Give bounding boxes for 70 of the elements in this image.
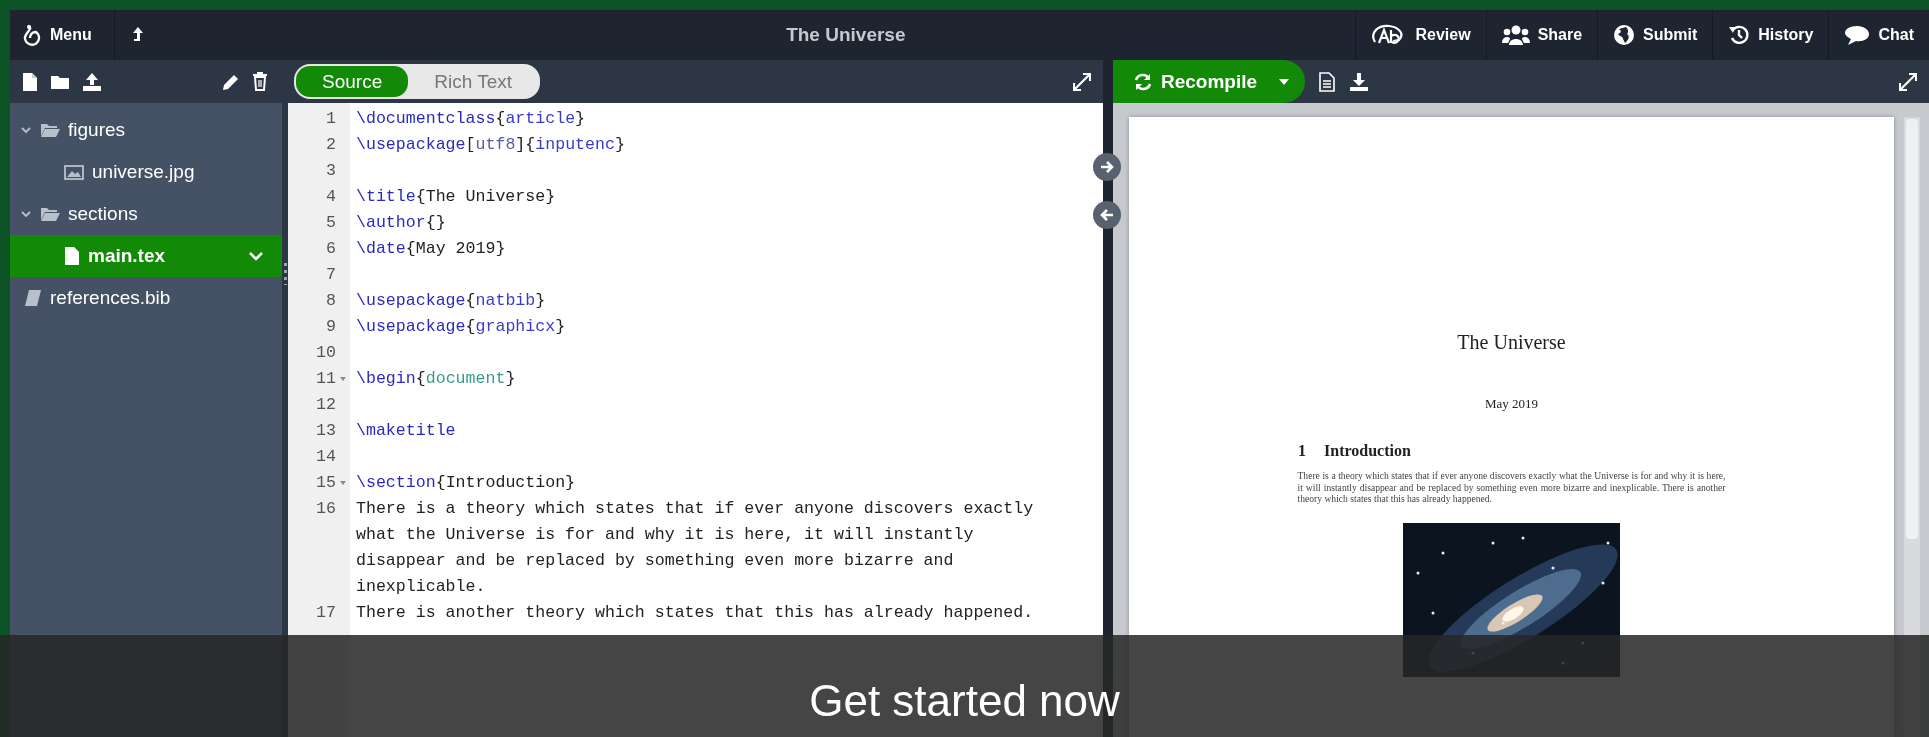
- document-title: The Universe: [1457, 331, 1566, 354]
- code-line: \usepackage{natbib}: [356, 291, 546, 310]
- code-line: \documentclass{article}: [356, 109, 586, 128]
- code-line: \section{Introduction}: [356, 473, 576, 492]
- paragraph: There is a theory which states that if ever anyone discovers exactly what the Universe is for and why it is here, it will instantly disappear and be replaced by something even more bizarre and inexplicable. There is another theory which states that this has already happened.: [1297, 470, 1726, 505]
- line-number: 13: [316, 420, 336, 442]
- line-number: 12: [316, 394, 336, 416]
- image-icon: [64, 164, 84, 180]
- fold-icon[interactable]: [340, 480, 346, 486]
- recompile-button[interactable]: Recompile: [1113, 60, 1306, 103]
- project-title: The Universe: [786, 24, 906, 46]
- code-line: \author{}: [356, 213, 446, 232]
- file-tree-item[interactable]: references.bib: [10, 277, 282, 319]
- expand-icon[interactable]: [1899, 72, 1917, 91]
- log-file-icon[interactable]: [1319, 71, 1336, 92]
- code-line: \date{May 2019}: [356, 239, 506, 258]
- caret-icon[interactable]: [248, 250, 264, 262]
- file-tree-item[interactable]: main.tex: [10, 235, 282, 277]
- section-heading: Introduction: [1324, 442, 1411, 460]
- resize-handle[interactable]: [283, 262, 287, 285]
- new-file-icon[interactable]: [22, 71, 38, 92]
- line-number: 6: [326, 238, 336, 260]
- trash-icon[interactable]: [252, 72, 268, 91]
- arrow-left-icon: [1099, 207, 1115, 223]
- people-icon: [1501, 24, 1530, 46]
- line-number: 7: [326, 264, 336, 286]
- banner-text[interactable]: Get started now: [809, 675, 1120, 727]
- pencil-icon[interactable]: [222, 72, 240, 91]
- folder-icon: [40, 206, 60, 222]
- code-line: \title{The Universe}: [356, 187, 556, 206]
- line-number: 4: [326, 186, 336, 208]
- upload-icon[interactable]: [82, 71, 102, 92]
- line-number: 10: [316, 342, 336, 364]
- editor-mode-tab[interactable]: Rich Text: [408, 66, 538, 97]
- line-number: 15: [316, 472, 336, 494]
- line-number: 2: [326, 134, 336, 156]
- folder-icon: [40, 122, 60, 138]
- code-line: \usepackage{graphicx}: [356, 317, 566, 336]
- file-icon: [64, 246, 80, 266]
- line-number: 17: [316, 602, 336, 624]
- file-tree-item[interactable]: sections: [10, 193, 282, 235]
- file-tree-item[interactable]: figures: [10, 109, 282, 151]
- chat-icon: [1844, 24, 1871, 46]
- editor-mode-tab[interactable]: Source: [296, 66, 409, 97]
- section-number: 1: [1298, 442, 1306, 460]
- code-line: \begin{document}: [356, 369, 516, 388]
- line-number: 8: [326, 290, 336, 312]
- caret-icon: [1279, 78, 1290, 85]
- arrow-right-icon: [1099, 159, 1115, 175]
- line-number: 14: [316, 446, 336, 468]
- line-number: 3: [326, 160, 336, 182]
- logo-icon: [22, 24, 42, 46]
- code-line: There is a theory which states that if ever anyone discovers exactly what the Universe is for and why it is here, it will instantly disappear and be replaced by something even more bizarre and inexplicable.: [356, 499, 1035, 596]
- line-number: 9: [326, 316, 336, 338]
- document-date: May 2019: [1484, 396, 1539, 412]
- line-number: 11: [316, 368, 336, 390]
- line-number: 5: [326, 212, 336, 234]
- expand-icon[interactable]: [1073, 72, 1091, 91]
- refresh-icon: [1133, 71, 1153, 92]
- code-line: There is another theory which states that this has already happened.: [356, 603, 1034, 622]
- code-line: \usepackage[utf8]{inputenc}: [356, 135, 625, 154]
- code-line: \maketitle: [356, 421, 456, 440]
- line-number: 16: [316, 498, 336, 520]
- globe-icon: [1613, 24, 1636, 46]
- book-icon: [24, 289, 42, 307]
- download-icon[interactable]: [1349, 71, 1370, 92]
- history-icon: [1728, 24, 1751, 46]
- fold-icon[interactable]: [340, 376, 346, 382]
- line-number: 1: [326, 108, 336, 130]
- file-tree-item[interactable]: universe.jpg: [10, 151, 282, 193]
